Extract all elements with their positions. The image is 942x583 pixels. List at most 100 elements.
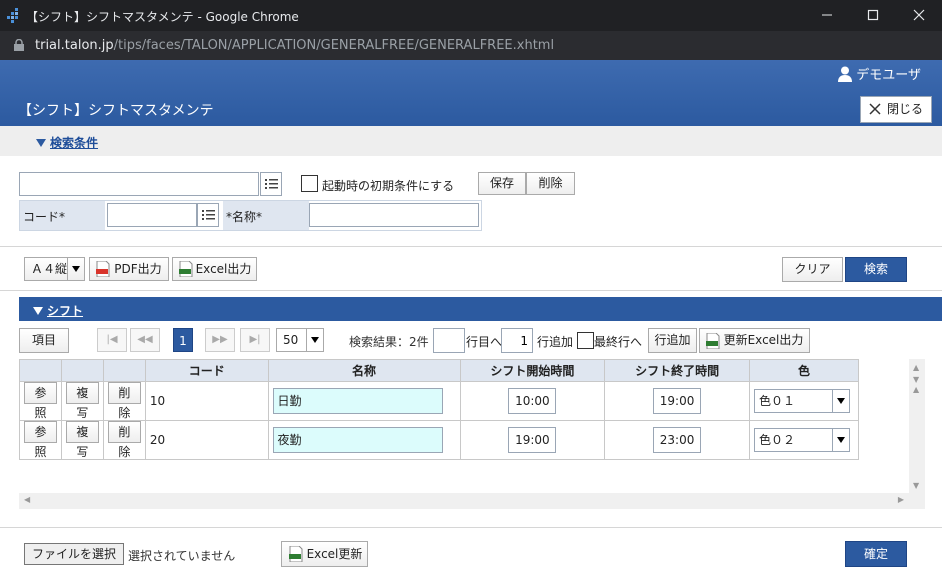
prev-page-button[interactable]: ◀◀ xyxy=(130,328,160,352)
scroll-down-small-icon[interactable]: ▼ xyxy=(913,375,919,384)
column-header-color[interactable]: 色 xyxy=(748,359,860,382)
start-time-input[interactable]: 10:00 xyxy=(508,388,557,414)
color-select-value: 色０２ xyxy=(758,433,795,447)
shift-section-toggle[interactable]: シフト xyxy=(33,302,83,319)
items-button[interactable]: 項目 xyxy=(19,328,69,353)
minimize-button[interactable] xyxy=(804,0,850,31)
color-select[interactable]: 色０２ xyxy=(753,428,850,452)
end-time-input[interactable]: 19:00 xyxy=(653,388,702,414)
scroll-up-icon[interactable]: ▲ xyxy=(913,363,919,372)
list-icon xyxy=(265,179,278,189)
url-text[interactable]: trial.talon.jp/tips/faces/TALON/APPLICAT… xyxy=(35,38,554,53)
confirm-button[interactable]: 確定 xyxy=(845,541,907,567)
column-header xyxy=(60,359,104,382)
table-header-row: コード 名称 シフト開始時間 シフト終了時間 色 xyxy=(19,359,860,382)
goto-row-label[interactable]: 行目へ xyxy=(466,333,502,350)
search-button[interactable]: 検索 xyxy=(845,257,907,282)
user-name: デモユーザ xyxy=(856,68,921,83)
current-page-button[interactable]: 1 xyxy=(173,328,193,352)
color-select-value: 色０１ xyxy=(758,394,795,408)
choose-file-button[interactable]: ファイルを選択 xyxy=(24,543,124,565)
table-row: 参照 複写 削除 10 日勤 10:00 19:00 色０１ xyxy=(19,381,860,421)
ref-button[interactable]: 参照 xyxy=(24,382,57,420)
excel-update-label: Excel更新 xyxy=(306,547,363,561)
app-logo-icon xyxy=(7,8,18,23)
maximize-button[interactable] xyxy=(850,0,896,31)
excel-output-button[interactable]: Excel出力 xyxy=(172,257,257,281)
chevron-down-icon xyxy=(831,429,849,451)
excel-update-button[interactable]: Excel更新 xyxy=(281,541,368,567)
column-header xyxy=(19,359,62,382)
user-menu[interactable]: デモユーザ xyxy=(838,64,921,83)
prev-page-icon: ◀◀ xyxy=(137,334,153,345)
clear-button[interactable]: クリア xyxy=(782,257,843,282)
add-count-input[interactable] xyxy=(501,328,533,353)
paper-size-value: Ａ４縦 xyxy=(31,262,68,276)
shift-table: コード 名称 シフト開始時間 シフト終了時間 色 参照 複写 削除 10 日勤 … xyxy=(19,359,860,460)
collapse-triangle-icon xyxy=(33,307,43,315)
close-page-label: 閉じる xyxy=(887,102,924,116)
user-icon xyxy=(838,66,853,82)
color-select[interactable]: 色０１ xyxy=(753,389,850,413)
minimize-icon xyxy=(822,14,832,16)
paper-size-select[interactable]: Ａ４縦 xyxy=(24,257,85,281)
last-row-checkbox[interactable] xyxy=(577,332,594,349)
pdf-output-button[interactable]: PDF出力 xyxy=(89,257,169,281)
shift-section-header: シフト xyxy=(19,297,942,321)
scroll-left-icon[interactable]: ◀ xyxy=(24,495,30,504)
goto-row-input[interactable] xyxy=(433,328,465,353)
save-condition-button[interactable]: 保存 xyxy=(478,172,526,195)
column-header-end[interactable]: シフト終了時間 xyxy=(604,359,750,382)
horizontal-scrollbar[interactable]: ◀ ▶ xyxy=(19,493,909,509)
first-page-button[interactable]: |◀ xyxy=(97,328,127,352)
name-input[interactable] xyxy=(309,203,479,227)
copy-button[interactable]: 複写 xyxy=(65,421,99,459)
add-row-button[interactable]: 行追加 xyxy=(648,328,697,353)
last-page-button[interactable]: ▶| xyxy=(240,328,270,352)
scroll-right-icon[interactable]: ▶ xyxy=(898,495,904,504)
search-conditions-label: 検索条件 xyxy=(50,136,99,150)
next-page-button[interactable]: ▶▶ xyxy=(205,328,235,352)
condition-list-button[interactable] xyxy=(260,172,282,196)
page-size-select[interactable]: 50 xyxy=(276,328,324,352)
excel-file-icon xyxy=(179,261,193,277)
vertical-scrollbar[interactable]: ▲ ▼ ▲ ▼ xyxy=(909,359,925,509)
code-label: コード* xyxy=(23,210,66,224)
page-header: デモユーザ 【シフト】シフトマスタメンテ 閉じる xyxy=(0,60,942,126)
column-header-name[interactable]: 名称 xyxy=(267,359,461,382)
first-page-icon: |◀ xyxy=(106,334,118,345)
ref-button[interactable]: 参照 xyxy=(24,421,57,459)
collapse-triangle-icon xyxy=(36,139,46,147)
name-cell-input[interactable]: 日勤 xyxy=(272,388,443,414)
excel-file-icon xyxy=(706,333,720,349)
window-close-button[interactable] xyxy=(896,0,942,31)
add-row-label[interactable]: 行追加 xyxy=(537,333,573,350)
last-row-label: 最終行へ xyxy=(594,335,643,349)
end-time-input[interactable]: 23:00 xyxy=(653,427,702,453)
column-header-code[interactable]: コード xyxy=(144,359,269,382)
maximize-icon xyxy=(867,9,879,21)
name-cell-input[interactable]: 夜勤 xyxy=(272,427,443,453)
update-excel-output-button[interactable]: 更新Excel出力 xyxy=(699,328,810,353)
code-input[interactable] xyxy=(107,203,197,227)
close-page-button[interactable]: 閉じる xyxy=(860,96,932,123)
close-icon xyxy=(869,103,881,115)
start-time-input[interactable]: 19:00 xyxy=(508,427,557,453)
delete-row-button[interactable]: 削除 xyxy=(107,382,141,420)
result-count: 検索結果：2件 xyxy=(349,335,429,349)
delete-condition-button[interactable]: 削除 xyxy=(526,172,575,195)
scroll-down-icon[interactable]: ▼ xyxy=(913,481,919,490)
search-conditions-toggle[interactable]: 検索条件 xyxy=(36,134,98,151)
url-host: trial.talon.jp xyxy=(35,38,114,53)
code-list-button[interactable] xyxy=(197,203,219,227)
page-title: 【シフト】シフトマスタメンテ xyxy=(18,103,214,119)
close-icon xyxy=(913,9,925,21)
delete-row-button[interactable]: 削除 xyxy=(107,421,141,459)
copy-button[interactable]: 複写 xyxy=(65,382,99,420)
startup-condition-checkbox[interactable] xyxy=(301,175,318,192)
column-header-start[interactable]: シフト開始時間 xyxy=(459,359,606,382)
search-condition-name-input[interactable] xyxy=(19,172,259,196)
page-size-value: 50 xyxy=(283,333,299,347)
address-bar[interactable]: trial.talon.jp/tips/faces/TALON/APPLICAT… xyxy=(0,31,942,60)
scroll-up-small-icon[interactable]: ▲ xyxy=(913,385,919,394)
